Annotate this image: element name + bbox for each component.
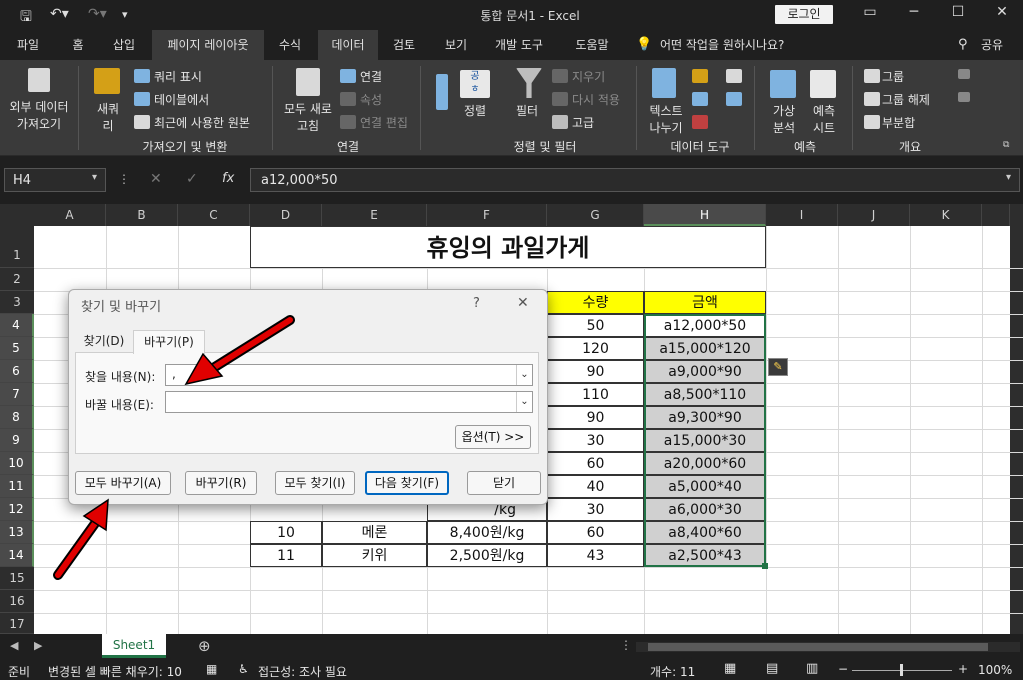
annotation-arrows <box>53 315 295 580</box>
horizontal-scroll-thumb[interactable] <box>648 643 988 651</box>
macro-record-icon[interactable]: ▦ <box>206 662 217 676</box>
next-sheet-icon[interactable]: ▶ <box>34 639 42 652</box>
page-break-view-icon[interactable]: ▥ <box>806 661 818 676</box>
more-sheets-icon: ⋮ <box>620 638 632 652</box>
status-count: 개수: 11 <box>650 665 696 679</box>
page-layout-view-icon[interactable]: ▤ <box>766 661 778 676</box>
status-bar: 준비 변경된 셀 빠른 채우기: 10 ▦ ♿ 접근성: 조사 필요 개수: 1… <box>0 660 1023 680</box>
zoom-in-icon[interactable]: + <box>958 662 968 676</box>
horizontal-scrollbar[interactable] <box>636 642 1020 652</box>
add-sheet-icon[interactable]: ⊕ <box>198 637 211 655</box>
zoom-slider-thumb[interactable] <box>900 664 903 676</box>
zoom-out-icon[interactable]: − <box>838 662 848 676</box>
status-accessibility[interactable]: 접근성: 조사 필요 <box>258 663 347 680</box>
accessibility-icon[interactable]: ♿ <box>238 662 249 676</box>
prev-sheet-icon[interactable]: ◀ <box>10 639 18 652</box>
status-flash-fill: 변경된 셀 빠른 채우기: 10 <box>48 665 182 679</box>
zoom-level[interactable]: 100% <box>978 663 1012 677</box>
arrow-to-replace-all <box>53 498 109 580</box>
sheet-tab-sheet1[interactable]: Sheet1 <box>102 634 166 658</box>
normal-view-icon[interactable]: ▦ <box>724 661 736 676</box>
status-ready: 준비 <box>8 665 31 679</box>
arrow-to-find-input <box>184 315 295 386</box>
